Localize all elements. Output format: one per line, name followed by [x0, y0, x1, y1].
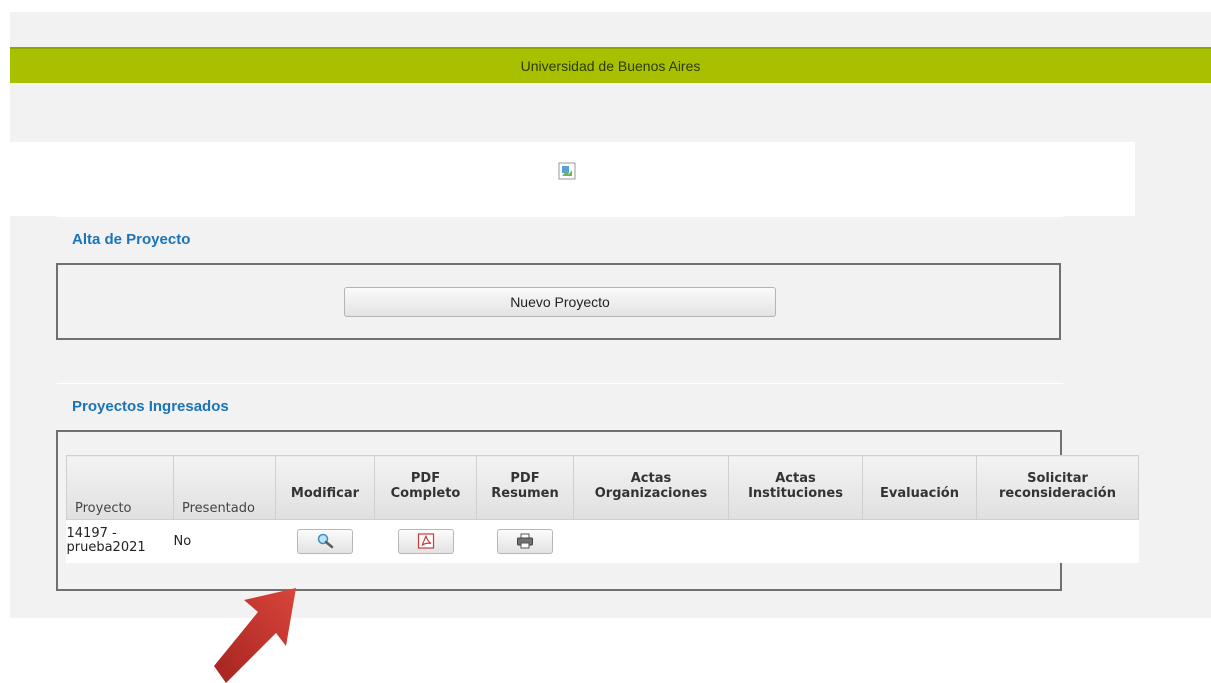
pdf-resumen-button[interactable] [497, 528, 553, 554]
cell-modificar [275, 519, 375, 563]
cell-pdf-resumen [476, 519, 574, 563]
column-header-pdf-resumen: PDF Resumen [476, 455, 574, 520]
table-row: 14197 - prueba2021 No [66, 519, 1139, 563]
annotation-arrow-icon [214, 588, 296, 683]
magnifier-icon [317, 534, 334, 549]
proyectos-table: Proyecto Presentado Modificar PDF Comple… [66, 455, 1139, 563]
pdf-completo-button[interactable] [397, 528, 454, 554]
pdf-icon [417, 533, 434, 549]
column-header-solicitar-reconsideracion: Solicitar reconsideración [976, 455, 1139, 520]
section-title-ingresados: Proyectos Ingresados [72, 398, 229, 415]
cell-pdf-completo [374, 519, 477, 563]
column-header-actas-organizaciones: Actas Organizaciones [573, 455, 729, 520]
banner [10, 142, 1135, 216]
page: Universidad de Buenos Aires Alta de Proy… [0, 0, 1211, 683]
table-header-row: Proyecto Presentado Modificar PDF Comple… [66, 455, 1139, 520]
cell-evaluacion [862, 519, 977, 563]
column-header-evaluacion: Evaluación [862, 455, 977, 520]
section-title-alta: Alta de Proyecto [72, 231, 191, 248]
cell-actas-instituciones [728, 519, 863, 563]
column-header-proyecto: Proyecto [66, 455, 174, 520]
cell-presentado: No [173, 519, 276, 563]
modificar-button[interactable] [297, 528, 353, 554]
header-title: Universidad de Buenos Aires [520, 58, 701, 74]
column-header-pdf-completo: PDF Completo [374, 455, 477, 520]
cell-solicitar-reconsideracion [976, 519, 1139, 563]
cell-proyecto: 14197 - prueba2021 [66, 519, 174, 563]
divider [57, 216, 1063, 217]
printer-icon [517, 533, 533, 549]
broken-image-icon [558, 162, 576, 180]
divider [57, 383, 1063, 384]
header-bar: Universidad de Buenos Aires [10, 47, 1211, 83]
column-header-presentado: Presentado [173, 455, 276, 520]
column-header-modificar: Modificar [275, 455, 375, 520]
nuevo-proyecto-button[interactable]: Nuevo Proyecto [344, 287, 776, 317]
cell-actas-organizaciones [573, 519, 729, 563]
column-header-actas-instituciones: Actas Instituciones [728, 455, 863, 520]
